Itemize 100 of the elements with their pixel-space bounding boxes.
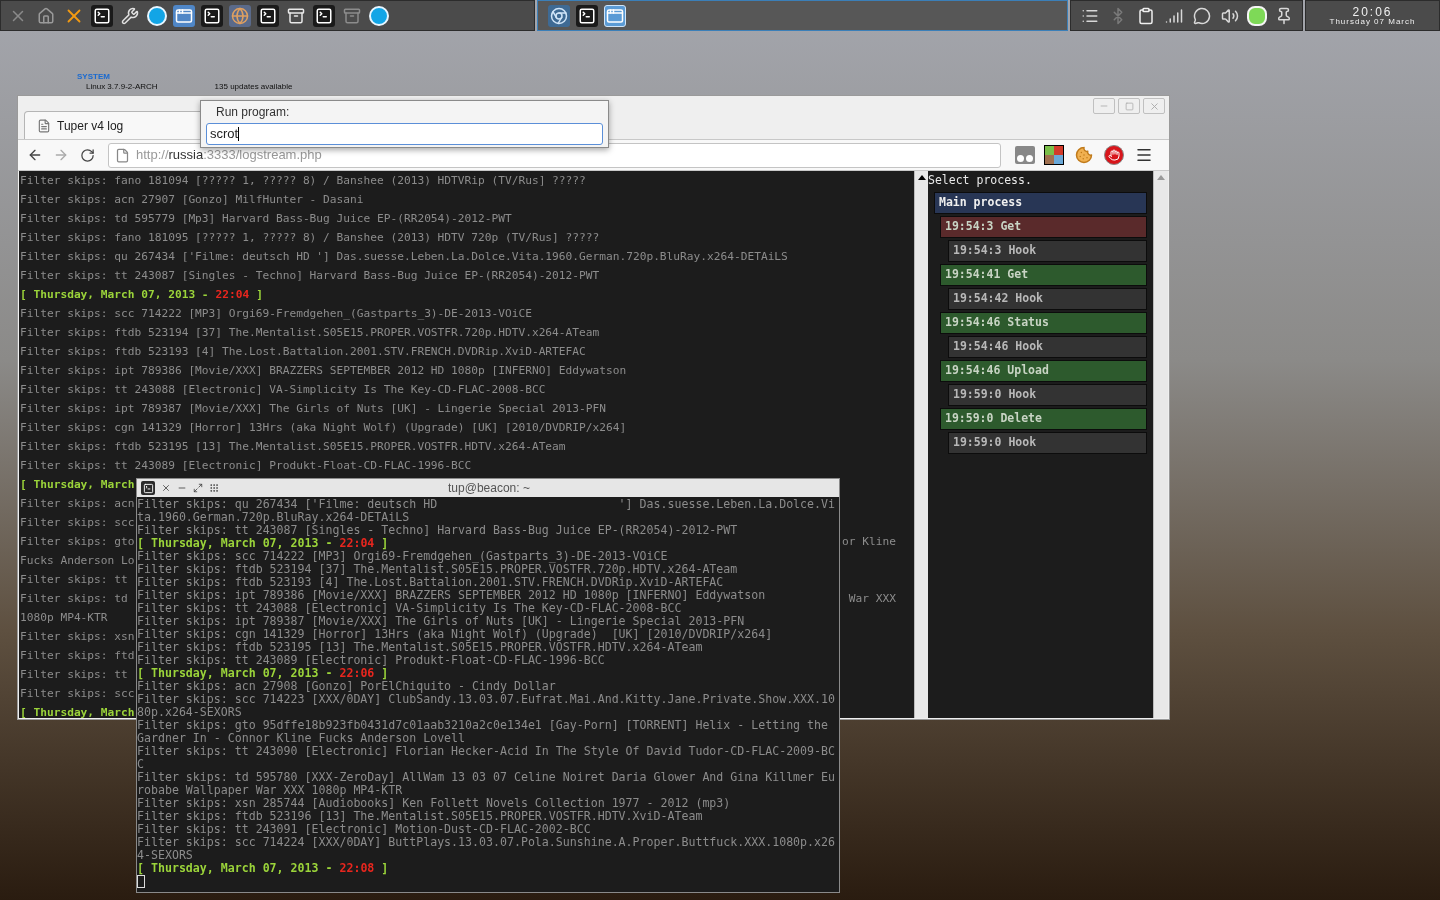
log-line: Filter skips: cgn 141329 [Horror] 13Hrs (aka Night Wolf) (Upgrade) [UK] [2010/DVDRIP/x264] (137, 628, 773, 641)
log-line: 80p.x264-SEXORS (137, 706, 242, 719)
log-line: Filter skips: gto 95dffe18b923fb0431d7c01aab3210a2c0e134e1 [Gay-Porn] [TORRENT] Helix - Letting the (137, 719, 829, 732)
log-line: Filter skips: cgn 141329 [Horror] 13Hrs (aka Night Wolf) (Upgrade) [UK] [2010/DVDRIP/x264] (20, 420, 627, 436)
log-line: 1080p MP4-KTR (20, 610, 108, 626)
terminal-icon[interactable] (91, 4, 113, 27)
log-line: Filter skips: fano 181095 [????? 1, ????? 8) / Banshee (2013) HDTV 720p (TV/Rus] ????? (20, 230, 600, 246)
command-field[interactable]: scrot (206, 123, 603, 145)
log-line: Filter skips: ftdb 523194 [37] The.Mentalist.S05E15.PROPER.VOSTFR.720p.HDTV.x264-ATeam (20, 325, 600, 341)
page-icon (37, 118, 51, 133)
log-line: ta.1960.German.720p.BluRay.x264-DETAiLS (137, 511, 410, 524)
log-line: Filter skips: qu 267434 ['Filme: deutsch HD '] Das.suesse.Leben.La.Dolce.Vita.1960.German.720p.BluRay.x264-DETAiLS (20, 249, 788, 265)
process-item[interactable]: 19:54:3 Hook (948, 240, 1147, 262)
log-line: robabe Wallpaper War XXX 1080p MP4-KTR (137, 784, 403, 797)
mask-icon[interactable] (1015, 146, 1035, 164)
log-line: Filter skips: ipt 789387 [Movie/XXX] The Girls of Nuts [UK] - Lingerie Special 2013-PFN (137, 615, 745, 628)
expand-icon[interactable] (193, 483, 203, 493)
scrollbar[interactable] (1153, 171, 1168, 718)
log-line: Filter skips: xsn 285744 [Audiobooks] Ken Follett Novels Collection 1977 - 2012 (mp3) (137, 797, 731, 810)
log-timestamp: [ Thursday, March (20, 705, 135, 718)
log-line: Filter skips: tt 243090 [Electronic] Florian Hecker-Acid In The Style Of David Tudor-CD-FLAC-2009-BC (137, 745, 835, 758)
log-line: Filter skips: ftdb 523195 [13] The.Mentalist.S05E15.PROPER.VOSTFR.HDTV.x264-ATeam (137, 641, 703, 654)
terminal-title: tup@beacon: ~ (448, 480, 530, 497)
log-line: Filter skips: ftdb 523193 [4] The.Lost.Battalion.2001.STV.FRENCH.DVDRip.XviD-ARTEFAC (137, 576, 724, 589)
log-line: Filter skips: tt (20, 572, 128, 588)
close-icon[interactable] (161, 483, 171, 493)
log-timestamp: [ Thursday, March 07, 2013 - 22:04 ] (137, 537, 389, 550)
log-timestamp: [ Thursday, March 07, 2013 - 22:08 ] (137, 862, 389, 875)
log-line: Filter skips: tt 243089 [Electronic] Produkt-Float-CD-FLAC-1996-BCC (137, 654, 605, 667)
page-icon (115, 147, 130, 163)
terminal-icon[interactable] (257, 4, 279, 27)
grip-icon[interactable] (209, 483, 219, 493)
terminal-icon[interactable] (576, 4, 598, 27)
process-item[interactable]: 19:54:46 Upload (940, 360, 1147, 382)
log-line: War XXX (848, 591, 896, 607)
process-item[interactable]: 19:54:46 Hook (948, 336, 1147, 358)
conky-heading: SYSTEM (77, 72, 110, 82)
scroll-up-icon[interactable] (917, 175, 926, 180)
log-line: Filter skips: ipt 789386 [Movie/XXX] BRAZZERS SEPTEMBER 2012 HD 1080p [INFERNO] Eddywatson (20, 363, 627, 379)
log-line: Filter skips: tt 243087 [Singles - Techno] Harvard Bass-Bug Juice EP-(RR2054)-2012-PWT (137, 524, 738, 537)
log-line: Filter skips: scc 714222 [MP3] Orgi69-Fremdgehen_(Gastparts_3)-DE-2013-VOiCE (137, 550, 668, 563)
process-item[interactable]: 19:54:46 Status (940, 312, 1147, 334)
log-line: Filter skips: tt (20, 667, 128, 683)
log-line: Filter skips: tt 243088 [Electronic] VA-Simplicity Is The Key-CD-FLAC-2008-BCC (137, 602, 682, 615)
text-cursor (137, 875, 145, 888)
clock-date: Thursday 07 March (1329, 17, 1416, 26)
quad-logo-icon[interactable] (1044, 145, 1064, 165)
process-item[interactable]: 19:54:3 Get (940, 216, 1147, 238)
scrollbar[interactable] (914, 171, 928, 718)
log-line: Filter skips: ftdb 523193 [4] The.Lost.Battalion.2001.STV.FRENCH.DVDRip.XviD-ARTEFAC (20, 344, 586, 360)
process-item[interactable]: Main process (934, 192, 1147, 214)
process-item[interactable]: 19:54:41 Get (940, 264, 1147, 286)
round-logo-icon[interactable] (147, 5, 167, 26)
log-line: Filter skips: qu 267434 ['Filme: deutsch HD '] Das.suesse.Leben.La.Dolce.Vi (137, 498, 835, 511)
cookie-icon[interactable] (1073, 144, 1095, 166)
process-item[interactable]: 19:59:0 Delete (940, 408, 1147, 430)
log-line: or Kline (842, 534, 896, 550)
kernel-version: Linux 3.7.9-2-ARCH (86, 82, 158, 92)
clock-time: 20:06 (1352, 5, 1393, 18)
log-line: Filter skips: fano 181094 [????? 1, ????? 8) / Banshee (2013) HDTVRip (TV/Rus] ????? (20, 173, 586, 189)
globe-icon[interactable] (229, 4, 251, 27)
log-line: Filter skips: ftdb 523194 [37] The.Mentalist.S05E15.PROPER.VOSTFR.720p.HDTV.x264-ATeam (137, 563, 738, 576)
log-line: Filter skips: acn 27908 [Gonzo] PorElChiquito - Cindy Dollar (137, 680, 556, 693)
log-line: Filter skips: acn (20, 496, 135, 512)
log-line: Filter skips: scc 714224 [XXX/0DAY] ButtPlays.13.03.07.Pola.Sunshine.A.Proper.Buttfuck.XXX.1080p.x26 (137, 836, 835, 849)
log-line: Filter skips: td 595779 [Mp3] Harvard Bass-Bug Juice EP-(RR2054)-2012-PWT (20, 211, 512, 227)
log-line: C (137, 758, 144, 771)
log-line: Filter skips: ftd (20, 648, 135, 664)
panel-heading: Select process. (928, 172, 1032, 189)
log-line: Filter skips: tt 243088 [Electronic] VA-Simplicity Is The Key-CD-FLAC-2008-BCC (20, 382, 546, 398)
updates-count: 135 updates available (214, 82, 293, 92)
leaf-icon[interactable] (1247, 5, 1267, 26)
log-timestamp: [ Thursday, March 07, 2013 - 22:06 ] (137, 667, 389, 680)
round-logo-icon[interactable] (369, 5, 389, 26)
log-timestamp: [ Thursday, March (20, 477, 135, 493)
log-line: Filter skips: scc 714223 [XXX/0DAY] ClubSandy.13.03.07.Eufrat.Mai.And.Kitty.Jane.Private.Show.XXX.10 (137, 693, 835, 706)
log-line: Filter skips: ftdb 523195 [13] The.Mentalist.S05E15.PROPER.VOSTFR.HDTV.x264-ATeam (20, 439, 566, 455)
log-line: 4-SEXORS (137, 849, 193, 862)
log-line: Filter skips: scc (20, 686, 135, 702)
terminal-icon[interactable] (201, 4, 223, 27)
log-line: Filter skips: td (20, 591, 128, 607)
log-line: Filter skips: xsn (20, 629, 135, 645)
log-line: Filter skips: tt 243087 [Singles - Techno] Harvard Bass-Bug Juice EP-(RR2054)-2012-PWT (20, 268, 600, 284)
process-item[interactable]: 19:54:42 Hook (948, 288, 1147, 310)
stop-hand-icon[interactable] (1104, 145, 1124, 165)
log-line: Filter skips: td 595780 [XXX-ZeroDay] AllWam 13 03 07 Celine Noiret Daria Glower And Gina Killmer Eu (137, 771, 835, 784)
log-line: Filter skips: scc (20, 515, 135, 531)
log-line: Gardner In - Connor Kline Fucks Anderson Lovell (137, 732, 466, 745)
terminal-icon[interactable] (141, 481, 155, 495)
process-item[interactable]: 19:59:0 Hook (948, 384, 1147, 406)
log-timestamp: [ Thursday, March 07, 2013 - 22:04 ] (20, 287, 264, 303)
log-line: Filter skips: tt 243089 [Electronic] Produkt-Float-CD-FLAC-1996-BCC (20, 458, 472, 474)
log-line: Filter skips: ftdb 523196 [13] The.Mentalist.S05E15.PROPER.VOSTFR.HDTV.XviD-ATeam (137, 810, 703, 823)
log-line: Filter skips: gto (20, 534, 135, 550)
log-line: Filter skips: scc 714222 [MP3] Orgi69-Fremdgehen_(Gastparts_3)-DE-2013-VOiCE (20, 306, 532, 322)
process-item[interactable]: 19:59:0 Hook (948, 432, 1147, 454)
log-line: Fucks Anderson Lo (20, 553, 135, 569)
terminal-icon[interactable] (313, 4, 335, 27)
log-line: Filter skips: acn 27907 [Gonzo] MilfHunter - Dasani (20, 192, 364, 208)
log-line: Filter skips: ipt 789387 [Movie/XXX] The Girls of Nuts [UK] - Lingerie Special 2013-PFN (20, 401, 606, 417)
